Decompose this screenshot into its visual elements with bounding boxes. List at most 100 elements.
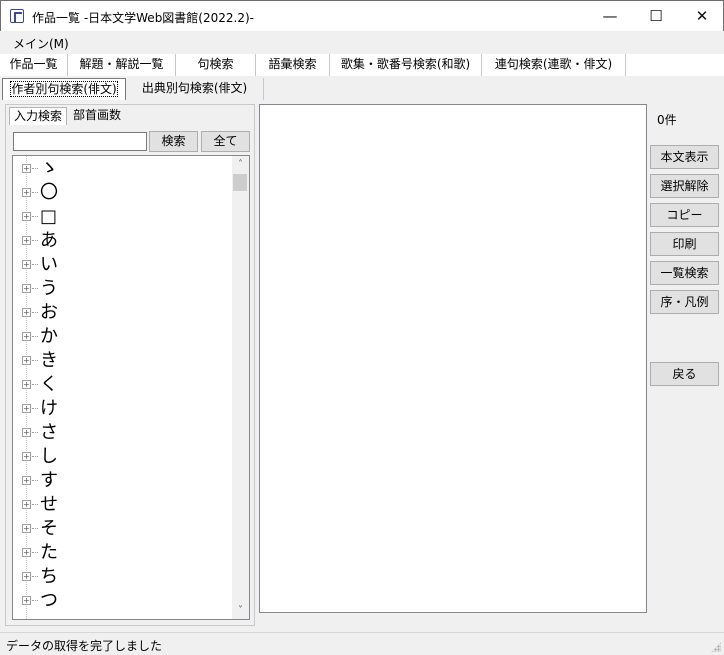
tree-item[interactable]: + ゝ bbox=[13, 157, 233, 181]
scroll-thumb[interactable] bbox=[233, 174, 247, 191]
tree-item[interactable]: + け bbox=[13, 397, 233, 421]
tree-item-label: た bbox=[40, 542, 58, 563]
show-all-button[interactable]: 全て bbox=[201, 131, 250, 152]
tree-connector bbox=[32, 480, 38, 481]
scroll-down-arrow-icon[interactable]: ˅ bbox=[232, 602, 249, 619]
show-text-button[interactable]: 本文表示 bbox=[650, 145, 719, 169]
expand-plus-icon[interactable]: + bbox=[22, 236, 31, 245]
expand-plus-icon[interactable]: + bbox=[22, 500, 31, 509]
tree-item[interactable]: + つ bbox=[13, 589, 233, 613]
tree-connector bbox=[32, 360, 38, 361]
expand-plus-icon[interactable]: + bbox=[22, 596, 31, 605]
tree-item-label: せ bbox=[40, 494, 58, 515]
expand-plus-icon[interactable]: + bbox=[22, 572, 31, 581]
tree-item-label: い bbox=[40, 254, 58, 275]
tree-connector bbox=[32, 552, 38, 553]
maximize-button[interactable]: ☐ bbox=[633, 1, 679, 31]
scroll-up-arrow-icon[interactable]: ˄ bbox=[232, 156, 249, 173]
expand-plus-icon[interactable]: + bbox=[22, 188, 31, 197]
tree-item-label: す bbox=[40, 470, 58, 491]
menu-main[interactable]: メイン(M) bbox=[13, 35, 69, 52]
tree-item[interactable]: + □ bbox=[13, 205, 233, 229]
expand-plus-icon[interactable]: + bbox=[22, 428, 31, 437]
tab-vocabulary-search[interactable]: 語彙検索 bbox=[256, 54, 330, 76]
tree-item-label: け bbox=[40, 398, 58, 419]
tree-item[interactable]: + う bbox=[13, 277, 233, 301]
subtab-input-search[interactable]: 入力検索 bbox=[9, 107, 67, 125]
tree-connector bbox=[32, 288, 38, 289]
tree-item[interactable]: + し bbox=[13, 445, 233, 469]
tree-item[interactable]: + き bbox=[13, 349, 233, 373]
tree-connector bbox=[32, 504, 38, 505]
tree-connector bbox=[32, 312, 38, 313]
expand-plus-icon[interactable]: + bbox=[22, 404, 31, 413]
minimize-button[interactable]: — bbox=[587, 1, 633, 31]
expand-plus-icon[interactable]: + bbox=[22, 212, 31, 221]
expand-plus-icon[interactable]: + bbox=[22, 452, 31, 461]
app-book-icon[interactable] bbox=[10, 9, 24, 23]
preface-legend-button[interactable]: 序・凡例 bbox=[650, 290, 719, 314]
back-button[interactable]: 戻る bbox=[650, 362, 719, 386]
results-list[interactable] bbox=[259, 104, 647, 613]
expand-plus-icon[interactable]: + bbox=[22, 164, 31, 173]
tree-item-label: さ bbox=[40, 422, 58, 443]
tree-item-label: そ bbox=[40, 518, 58, 539]
tab-verse-search[interactable]: 句検索 bbox=[176, 54, 256, 76]
maximize-icon: ☐ bbox=[649, 7, 663, 25]
tab-works-list[interactable]: 作品一覧 bbox=[0, 54, 68, 76]
close-button[interactable]: ✕ bbox=[679, 1, 724, 31]
list-search-button[interactable]: 一覧検索 bbox=[650, 261, 719, 285]
tab-commentary-list[interactable]: 解題・解説一覧 bbox=[68, 54, 176, 76]
tree-connector bbox=[32, 240, 38, 241]
status-text: データの取得を完了しました bbox=[6, 639, 163, 653]
tree-item[interactable]: + 〇 bbox=[13, 181, 233, 205]
expand-plus-icon[interactable]: + bbox=[22, 476, 31, 485]
copy-button[interactable]: コピー bbox=[650, 203, 719, 227]
kana-tree-view[interactable]: + ゝ + 〇 + □ + あ + い + う + お + か + き + く + け + さ + し + す + せ + そ + た + ち + つ ˄… bbox=[12, 155, 250, 620]
expand-plus-icon[interactable]: + bbox=[22, 380, 31, 389]
tab-source-verse-search[interactable]: 出典別句検索(俳文) bbox=[126, 78, 264, 100]
window-title: 作品一覧 -日本文学Web図書館(2022.2)- bbox=[32, 11, 254, 25]
result-count: 0件 bbox=[657, 113, 677, 127]
tree-item[interactable]: + く bbox=[13, 373, 233, 397]
tab-poem-number-search[interactable]: 歌集・歌番号検索(和歌) bbox=[330, 54, 482, 76]
tree-connector bbox=[32, 216, 38, 217]
tab-row-1: 作品一覧 解題・解説一覧 句検索 語彙検索 歌集・歌番号検索(和歌) 連句検索(… bbox=[0, 54, 724, 76]
tree-item[interactable]: + い bbox=[13, 253, 233, 277]
subtab-radical-strokes[interactable]: 部首画数 bbox=[73, 107, 121, 125]
tab-author-verse-search[interactable]: 作者別句検索(俳文) bbox=[2, 78, 126, 100]
tree-item-label: つ bbox=[40, 590, 58, 611]
expand-plus-icon[interactable]: + bbox=[22, 260, 31, 269]
clear-selection-button[interactable]: 選択解除 bbox=[650, 174, 719, 198]
expand-plus-icon[interactable]: + bbox=[22, 548, 31, 557]
tree-item[interactable]: + そ bbox=[13, 517, 233, 541]
expand-plus-icon[interactable]: + bbox=[22, 524, 31, 533]
tree-scrollbar[interactable]: ˄ ˅ bbox=[232, 156, 249, 619]
tree-connector bbox=[32, 168, 38, 169]
tree-item-label: う bbox=[40, 278, 58, 299]
tree-item[interactable]: + ち bbox=[13, 565, 233, 589]
menu-bar: メイン(M) bbox=[0, 31, 724, 53]
tree-item[interactable]: + さ bbox=[13, 421, 233, 445]
expand-plus-icon[interactable]: + bbox=[22, 308, 31, 317]
tree-item[interactable]: + あ bbox=[13, 229, 233, 253]
expand-plus-icon[interactable]: + bbox=[22, 356, 31, 365]
expand-plus-icon[interactable]: + bbox=[22, 332, 31, 341]
tree-item[interactable]: + お bbox=[13, 301, 233, 325]
tab-renku-search[interactable]: 連句検索(連歌・俳文) bbox=[482, 54, 626, 76]
search-input[interactable] bbox=[13, 132, 147, 151]
tree-connector bbox=[32, 456, 38, 457]
expand-plus-icon[interactable]: + bbox=[22, 284, 31, 293]
print-button[interactable]: 印刷 bbox=[650, 232, 719, 256]
search-button[interactable]: 検索 bbox=[149, 131, 198, 152]
tree-item[interactable]: + す bbox=[13, 469, 233, 493]
tree-connector bbox=[32, 192, 38, 193]
tree-connector bbox=[32, 528, 38, 529]
tree-item-label: し bbox=[40, 446, 58, 467]
tree-item[interactable]: + た bbox=[13, 541, 233, 565]
title-bar[interactable]: 作品一覧 -日本文学Web図書館(2022.2)- — ☐ ✕ bbox=[0, 0, 724, 31]
tree-item[interactable]: + せ bbox=[13, 493, 233, 517]
tree-item[interactable]: + か bbox=[13, 325, 233, 349]
resize-grip-icon[interactable] bbox=[711, 642, 721, 652]
tree-connector bbox=[32, 432, 38, 433]
